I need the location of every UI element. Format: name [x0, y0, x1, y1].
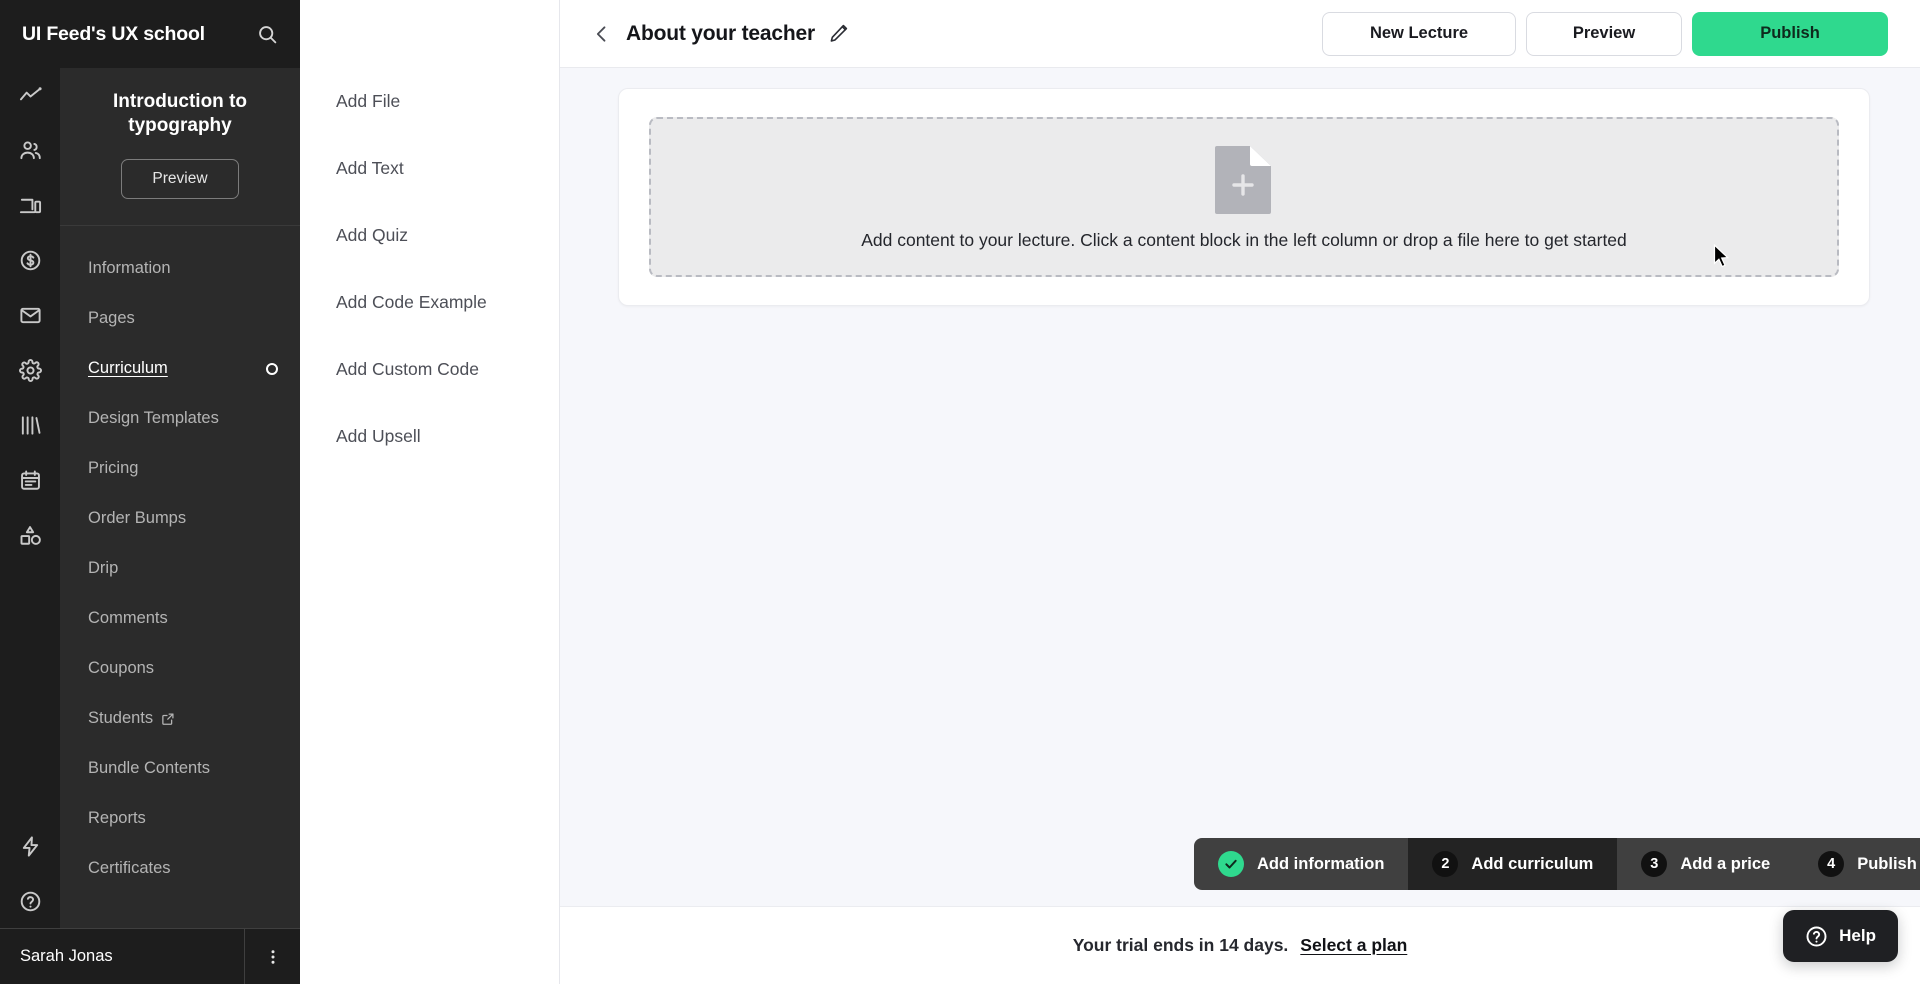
top-bar-left: About your teacher — [592, 22, 1322, 46]
sidebar-item-label: Design Templates — [88, 409, 219, 428]
mail-icon[interactable] — [0, 288, 60, 343]
sidebar-item-label: Curriculum — [88, 359, 168, 378]
page-title: About your teacher — [626, 21, 815, 45]
add-code-example-button[interactable]: Add Code Example — [300, 269, 559, 336]
user-name: Sarah Jonas — [20, 947, 113, 965]
content-area: Add content to your lecture. Click a con… — [560, 68, 1920, 306]
help-circle-icon[interactable] — [0, 874, 60, 929]
kebab-menu-icon[interactable] — [244, 928, 300, 984]
sidebar-item-bundle-contents[interactable]: Bundle Contents — [60, 744, 300, 794]
step-number-badge: 3 — [1641, 851, 1668, 877]
people-icon[interactable] — [0, 123, 60, 178]
sidebar-item-label: Comments — [88, 609, 168, 628]
sidebar-item-curriculum[interactable]: Curriculum — [60, 344, 300, 394]
step-number-badge: 4 — [1818, 851, 1845, 877]
pencil-icon[interactable] — [829, 24, 848, 43]
school-name: UI Feed's UX school — [22, 22, 205, 45]
trial-banner: Your trial ends in 14 days. Select a pla… — [560, 906, 1920, 984]
gear-icon[interactable] — [0, 343, 60, 398]
check-icon — [1218, 851, 1244, 877]
sidebar-item-students[interactable]: Students — [60, 694, 300, 744]
sidebar-item-label: Reports — [88, 809, 146, 828]
help-label: Help — [1839, 926, 1876, 945]
sidebar-item-label: Pricing — [88, 459, 139, 478]
sidebar-item-label: Pages — [88, 309, 135, 328]
publish-button[interactable]: Publish — [1692, 11, 1888, 56]
content-block-column: Add File Add Text Add Quiz Add Code Exam… — [300, 0, 560, 984]
app-root: UI Feed's UX school Introduction to typo… — [0, 0, 1920, 984]
user-bar: Sarah Jonas — [0, 928, 300, 984]
course-sidebar: UI Feed's UX school Introduction to typo… — [0, 0, 300, 984]
preview-button[interactable]: Preview — [1526, 11, 1682, 56]
help-circle-icon — [1805, 925, 1828, 948]
top-bar: About your teacher New Lecture Preview P… — [560, 0, 1920, 68]
sidebar-item-label: Coupons — [88, 659, 155, 678]
sidebar-item-label: Bundle Contents — [88, 759, 211, 778]
top-bar-actions: New Lecture Preview Publish — [1322, 11, 1888, 56]
external-link-icon — [161, 712, 175, 726]
course-title: Introduction to typography — [112, 91, 248, 137]
add-file-button[interactable]: Add File — [300, 68, 559, 135]
add-upsell-button[interactable]: Add Upsell — [300, 403, 559, 470]
sidebar-item-certificates[interactable]: Certificates — [60, 844, 300, 894]
sidebar-item-order-bumps[interactable]: Order Bumps — [60, 494, 300, 544]
select-a-plan-link[interactable]: Select a plan — [1300, 935, 1407, 956]
step-add-a-price[interactable]: 3 Add a price — [1617, 838, 1794, 890]
content-dropzone[interactable]: Add content to your lecture. Click a con… — [649, 117, 1839, 277]
progress-stepper: Add information 2 Add curriculum 3 Add a… — [1194, 838, 1920, 890]
devices-icon[interactable] — [0, 178, 60, 233]
step-label: Add information — [1257, 854, 1385, 873]
step-publish[interactable]: 4 Publish — [1794, 838, 1920, 890]
sidebar-item-label: Information — [88, 259, 171, 278]
add-quiz-button[interactable]: Add Quiz — [300, 202, 559, 269]
analytics-chart-icon[interactable] — [0, 68, 60, 123]
sidebar-item-label: Students — [88, 709, 154, 728]
status-indicator-icon — [266, 362, 278, 375]
step-number-badge: 2 — [1432, 851, 1459, 877]
sidebar-item-design-templates[interactable]: Design Templates — [60, 394, 300, 444]
sidebar-item-comments[interactable]: Comments — [60, 594, 300, 644]
help-button[interactable]: Help — [1783, 910, 1898, 962]
search-icon[interactable] — [257, 24, 278, 45]
books-icon[interactable] — [0, 398, 60, 453]
dollar-circle-icon[interactable] — [0, 233, 60, 288]
file-plus-icon — [1213, 144, 1275, 214]
icon-rail — [0, 0, 60, 984]
add-custom-code-button[interactable]: Add Custom Code — [300, 336, 559, 403]
add-text-button[interactable]: Add Text — [300, 135, 559, 202]
lightning-bolt-icon[interactable] — [0, 819, 60, 874]
sidebar-item-pages[interactable]: Pages — [60, 294, 300, 344]
trial-text: Your trial ends in 14 days. — [1072, 935, 1289, 955]
sidebar-item-reports[interactable]: Reports — [60, 794, 300, 844]
shapes-icon[interactable] — [0, 508, 60, 563]
sidebar-item-label: Certificates — [88, 859, 171, 878]
main-content: About your teacher New Lecture Preview P… — [560, 0, 1920, 984]
progress-stepper-wrapper: Add information 2 Add curriculum 3 Add a… — [1194, 838, 1920, 890]
step-add-information[interactable]: Add information — [1194, 838, 1408, 890]
course-preview-button[interactable]: Preview — [121, 158, 239, 199]
step-label: Publish — [1857, 854, 1917, 873]
sidebar-item-coupons[interactable]: Coupons — [60, 644, 300, 694]
course-nav-list: Information Pages Curriculum Design Temp… — [60, 226, 300, 984]
sidebar-item-label: Drip — [88, 559, 119, 578]
new-lecture-button[interactable]: New Lecture — [1322, 11, 1516, 56]
step-label: Add a price — [1680, 854, 1771, 873]
sidebar-item-label: Order Bumps — [88, 509, 187, 528]
sidebar-item-information[interactable]: Information — [60, 244, 300, 294]
sidebar-item-drip[interactable]: Drip — [60, 544, 300, 594]
chevron-left-icon[interactable] — [592, 24, 612, 44]
sidebar-item-pricing[interactable]: Pricing — [60, 444, 300, 494]
brand-bar: UI Feed's UX school — [0, 0, 300, 68]
step-add-curriculum[interactable]: 2 Add curriculum — [1408, 838, 1618, 890]
dropzone-text: Add content to your lecture. Click a con… — [861, 229, 1627, 250]
calendar-icon[interactable] — [0, 453, 60, 508]
course-header: Introduction to typography Preview — [60, 68, 300, 226]
step-label: Add curriculum — [1471, 854, 1594, 873]
lecture-card: Add content to your lecture. Click a con… — [618, 88, 1870, 306]
